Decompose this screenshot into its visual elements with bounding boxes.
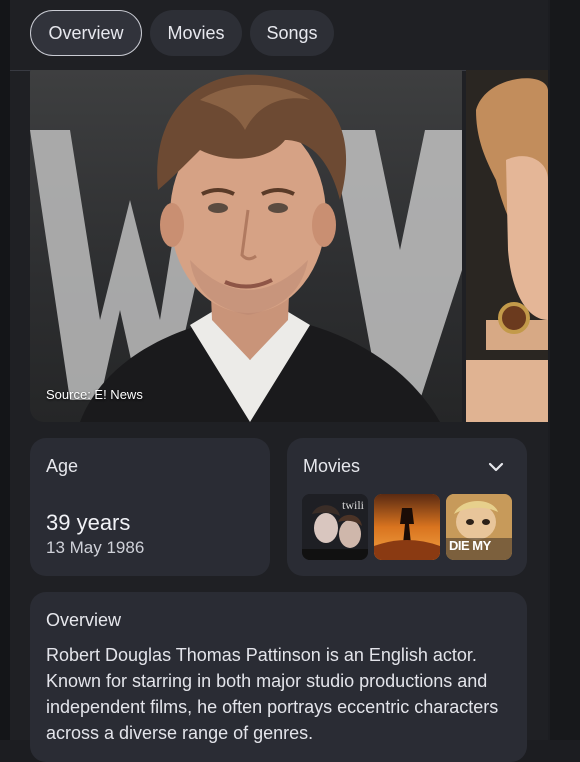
tab-movies-label: Movies <box>167 22 225 43</box>
main-photo[interactable]: Source: E! News <box>30 70 462 422</box>
tab-bar: Overview Movies Songs <box>10 0 548 71</box>
movie-poster-2 <box>374 494 440 560</box>
birth-date: 13 May 1986 <box>46 538 145 557</box>
movies-card-title: Movies <box>303 456 361 476</box>
chevron-down-icon[interactable] <box>487 458 505 476</box>
movie-thumbnail-1-caption: twili <box>342 498 365 512</box>
right-edge <box>550 0 580 740</box>
portrait-illustration <box>30 74 462 422</box>
age-card-title: Age <box>46 456 79 476</box>
age-card: Age 39 years 13 May 1986 <box>30 438 270 576</box>
movie-thumbnail-2[interactable] <box>374 494 440 560</box>
overview-description: Robert Douglas Thomas Pattinson is an En… <box>46 645 499 743</box>
tab-movies[interactable]: Movies <box>150 10 242 56</box>
image-source-label: Source: E! News <box>46 387 143 402</box>
tab-overview-label: Overview <box>48 22 124 43</box>
movie-thumbnail-1[interactable]: twili <box>302 494 368 560</box>
second-portrait-illustration <box>466 70 548 422</box>
movie-thumbnail-3-caption: DIE MY <box>449 538 491 553</box>
movies-card[interactable]: Movies twili DIE MY <box>287 438 527 576</box>
second-photo[interactable] <box>466 70 548 422</box>
tab-overview[interactable]: Overview <box>30 10 142 56</box>
overview-card-title: Overview <box>46 610 122 630</box>
movie-thumbnail-3[interactable]: DIE MY <box>446 494 512 560</box>
tab-songs-label: Songs <box>266 22 318 43</box>
overview-card: Overview Robert Douglas Thomas Pattinson… <box>30 592 527 762</box>
age-value: 39 years <box>46 510 131 535</box>
image-carousel[interactable]: Source: E! News <box>30 70 548 422</box>
tab-songs[interactable]: Songs <box>250 10 334 56</box>
left-edge <box>0 0 10 740</box>
